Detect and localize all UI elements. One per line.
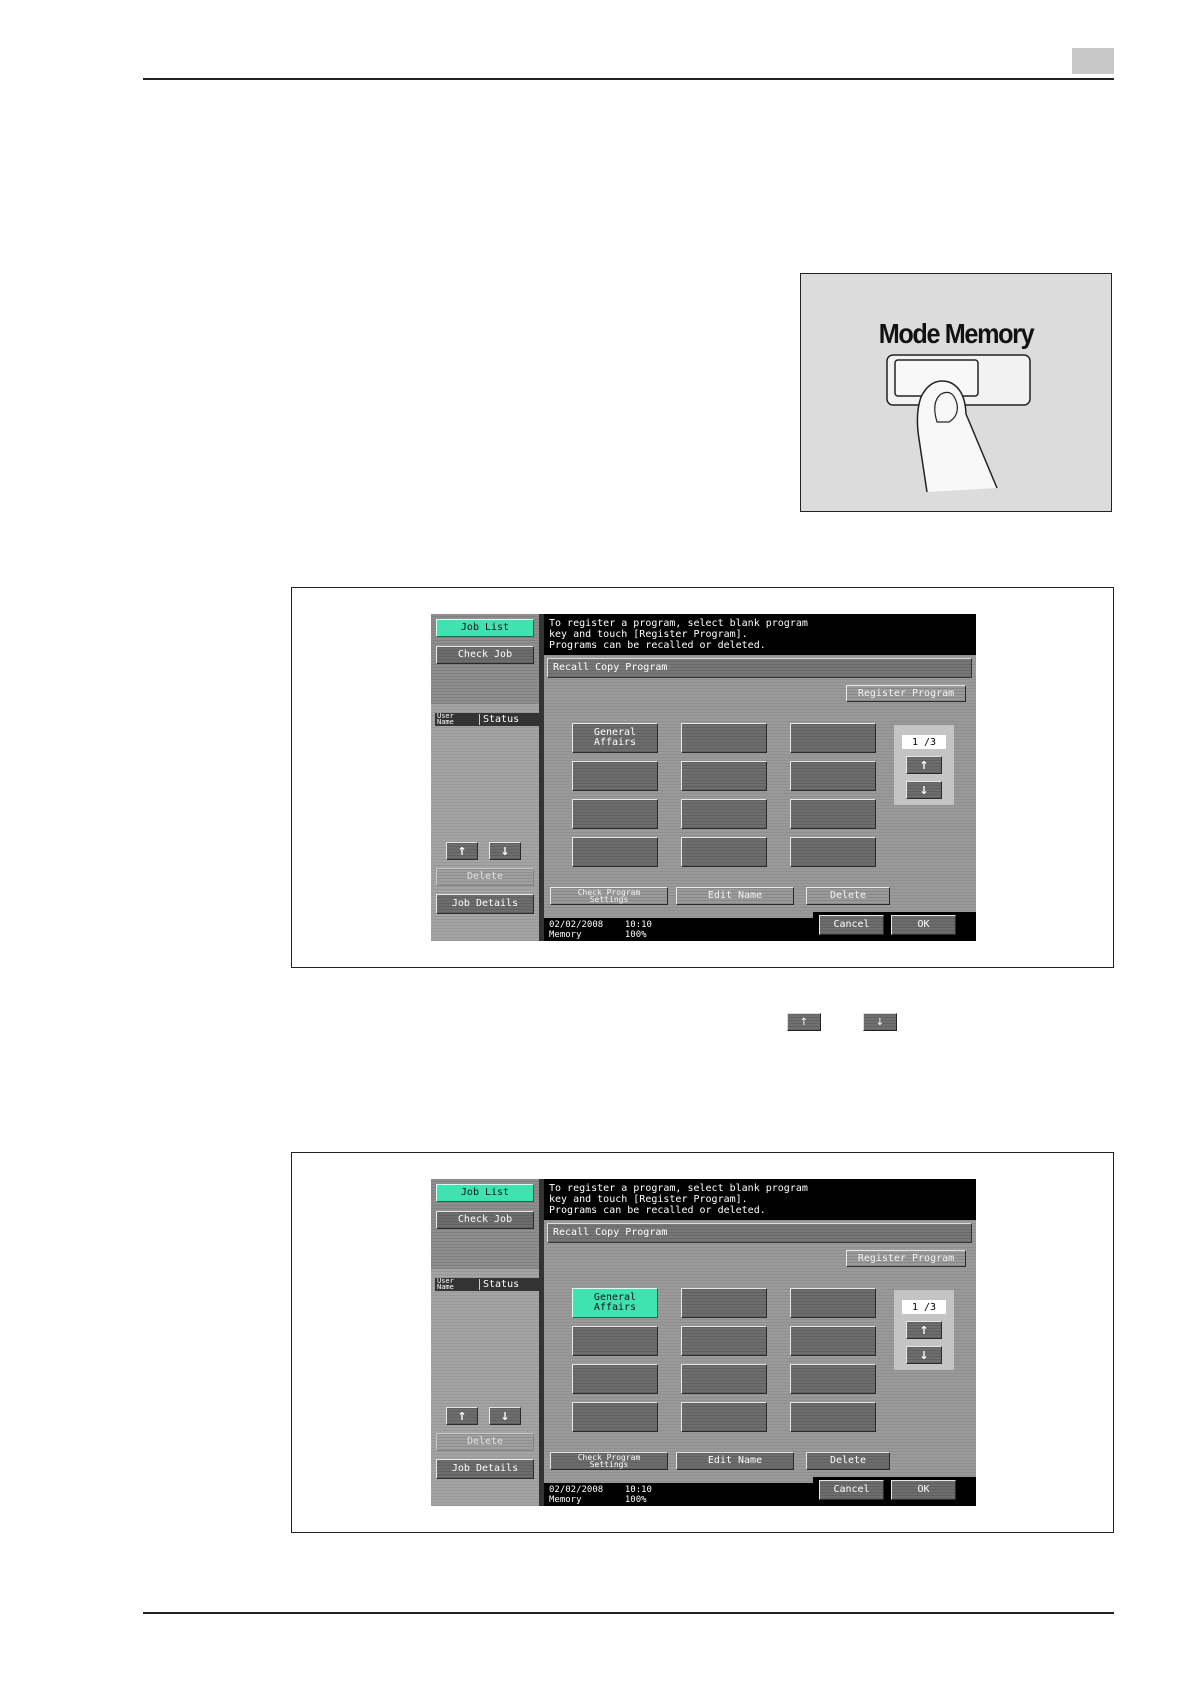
job-details-button[interactable]: Job Details bbox=[436, 894, 534, 914]
program-key-general-affairs-selected[interactable]: General Affairs bbox=[572, 1288, 658, 1318]
screen-figure-1: Job List Check Job User Name Status ↑ ↓ … bbox=[291, 587, 1114, 968]
ok-button[interactable]: OK bbox=[891, 915, 956, 935]
program-key[interactable] bbox=[790, 1402, 876, 1432]
delete-job-button[interactable]: Delete bbox=[436, 1433, 534, 1451]
delete-program-button[interactable]: Delete bbox=[806, 887, 890, 905]
program-key[interactable] bbox=[681, 1402, 767, 1432]
list-up-button[interactable]: ↑ bbox=[446, 842, 478, 860]
chapter-tab bbox=[1072, 48, 1114, 74]
job-sidebar: Job List Check Job User Name Status ↑ ↓ … bbox=[431, 1179, 539, 1506]
screen-figure-2: Job List Check Job User Name Status ↑ ↓ … bbox=[291, 1152, 1114, 1533]
program-key[interactable] bbox=[790, 837, 876, 867]
program-key-general-affairs[interactable]: General Affairs bbox=[572, 723, 658, 753]
program-key[interactable] bbox=[790, 723, 876, 753]
cancel-button[interactable]: Cancel bbox=[819, 1480, 884, 1500]
check-job-button[interactable]: Check Job bbox=[436, 646, 534, 664]
program-key[interactable] bbox=[572, 799, 658, 829]
page-navigator: 1 /3 ↑ ↓ bbox=[894, 725, 954, 805]
page-up-button[interactable]: ↑ bbox=[906, 1321, 942, 1339]
program-key[interactable] bbox=[572, 761, 658, 791]
check-program-settings-button[interactable]: Check Program Settings bbox=[550, 1452, 668, 1470]
program-key[interactable] bbox=[681, 1364, 767, 1394]
check-program-settings-button[interactable]: Check Program Settings bbox=[550, 887, 668, 905]
job-details-button[interactable]: Job Details bbox=[436, 1459, 534, 1479]
control-panel-screen: Job List Check Job User Name Status ↑ ↓ … bbox=[431, 1179, 976, 1506]
column-status: Status bbox=[483, 714, 520, 725]
job-list-button[interactable]: Job List bbox=[436, 1184, 534, 1202]
program-key[interactable] bbox=[790, 1288, 876, 1318]
delete-program-button[interactable]: Delete bbox=[806, 1452, 890, 1470]
check-job-button[interactable]: Check Job bbox=[436, 1211, 534, 1229]
list-down-button[interactable]: ↓ bbox=[489, 842, 521, 860]
ok-button[interactable]: OK bbox=[891, 1480, 956, 1500]
program-key[interactable] bbox=[681, 837, 767, 867]
page-down-button[interactable]: ↓ bbox=[906, 781, 942, 799]
list-up-button[interactable]: ↑ bbox=[446, 1407, 478, 1425]
register-program-button[interactable]: Register Program bbox=[846, 1250, 966, 1267]
header-rule bbox=[143, 78, 1114, 80]
edit-name-button[interactable]: Edit Name bbox=[676, 1452, 794, 1470]
page-up-button[interactable]: ↑ bbox=[906, 756, 942, 774]
job-list-button[interactable]: Job List bbox=[436, 619, 534, 637]
screen-title: Recall Copy Program bbox=[547, 1223, 972, 1243]
screen-title: Recall Copy Program bbox=[547, 658, 972, 678]
page-indicator: 1 /3 bbox=[902, 735, 946, 749]
instruction-message: To register a program, select blank prog… bbox=[544, 1179, 976, 1220]
down-arrow-icon: ↓ bbox=[863, 1013, 897, 1031]
program-key[interactable] bbox=[790, 1364, 876, 1394]
finger-pressing-key-icon bbox=[886, 354, 1031, 493]
delete-job-button[interactable]: Delete bbox=[436, 868, 534, 886]
footer-rule bbox=[143, 1612, 1114, 1614]
column-user-name: User Name bbox=[437, 712, 454, 726]
program-key[interactable] bbox=[790, 799, 876, 829]
instruction-message: To register a program, select blank prog… bbox=[544, 614, 976, 655]
page-navigator: 1 /3 ↑ ↓ bbox=[894, 1290, 954, 1370]
program-key[interactable] bbox=[790, 761, 876, 791]
program-key[interactable] bbox=[572, 1402, 658, 1432]
program-key[interactable] bbox=[681, 723, 767, 753]
program-key[interactable] bbox=[790, 1326, 876, 1356]
job-list-header: User Name Status bbox=[435, 713, 539, 726]
program-key[interactable] bbox=[681, 761, 767, 791]
edit-name-button[interactable]: Edit Name bbox=[676, 887, 794, 905]
program-key[interactable] bbox=[572, 1364, 658, 1394]
page-down-button[interactable]: ↓ bbox=[906, 1346, 942, 1364]
list-down-button[interactable]: ↓ bbox=[489, 1407, 521, 1425]
mode-memory-illustration: Mode Memory bbox=[800, 273, 1112, 512]
program-key[interactable] bbox=[681, 799, 767, 829]
page-indicator: 1 /3 bbox=[902, 1300, 946, 1314]
column-user-name: User Name bbox=[437, 1277, 454, 1291]
control-panel-screen: Job List Check Job User Name Status ↑ ↓ … bbox=[431, 614, 976, 941]
program-key[interactable] bbox=[681, 1288, 767, 1318]
cancel-button[interactable]: Cancel bbox=[819, 915, 884, 935]
up-arrow-icon: ↑ bbox=[787, 1013, 821, 1031]
program-key[interactable] bbox=[572, 1326, 658, 1356]
job-sidebar: Job List Check Job User Name Status ↑ ↓ … bbox=[431, 614, 539, 941]
program-key[interactable] bbox=[572, 837, 658, 867]
column-status: Status bbox=[483, 1279, 520, 1290]
register-program-button[interactable]: Register Program bbox=[846, 685, 966, 702]
program-key[interactable] bbox=[681, 1326, 767, 1356]
job-list-header: User Name Status bbox=[435, 1278, 539, 1291]
